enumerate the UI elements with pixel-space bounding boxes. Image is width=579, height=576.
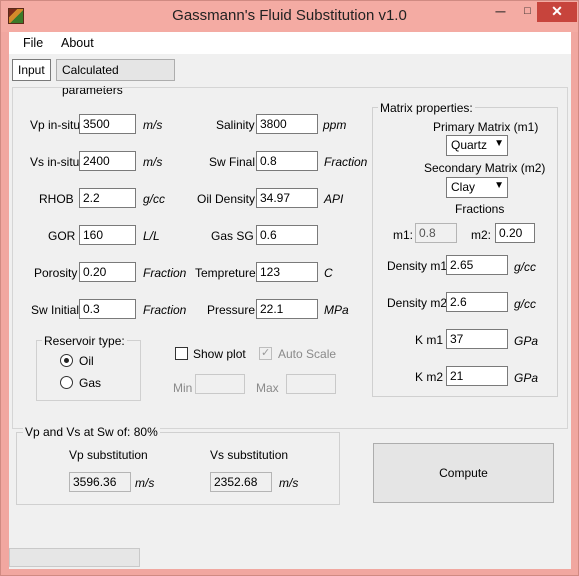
gor-input[interactable] (79, 225, 136, 245)
density-m1-unit: g/cc (514, 260, 537, 274)
progress-bar (9, 548, 140, 567)
temperature-input[interactable] (256, 262, 318, 282)
k-m1-label: K m1 (415, 333, 444, 347)
temperature-label: Tempreture (195, 266, 256, 280)
vs-insitu-input[interactable] (79, 151, 136, 171)
primary-matrix-value: Quartz (451, 138, 488, 152)
k-m2-unit: GPa (514, 371, 539, 385)
primary-matrix-label: Primary Matrix (m1) (433, 120, 539, 134)
fractions-label: Fractions (455, 202, 505, 216)
reservoir-type-group (36, 340, 141, 401)
density-m1-input[interactable] (446, 255, 508, 275)
vp-insitu-label: Vp in-situ (30, 118, 81, 132)
results-group (16, 432, 340, 505)
oil-density-unit: API (324, 192, 344, 206)
gor-label: GOR (48, 229, 76, 243)
oil-density-label: Oil Density (197, 192, 256, 206)
sw-final-label: Sw Final (209, 155, 256, 169)
tab-input[interactable]: Input (12, 59, 51, 81)
vp-substitution-label: Vp substitution (69, 448, 148, 462)
vp-substitution-unit: m/s (135, 476, 155, 490)
gas-sg-input[interactable] (256, 225, 318, 245)
matrix-properties-title: Matrix properties: (378, 101, 475, 115)
pressure-unit: MPa (324, 303, 349, 317)
sw-initial-label: Sw Initial (31, 303, 80, 317)
salinity-label: Salinity (216, 118, 255, 132)
primary-matrix-select[interactable]: Quartz ▼ (446, 135, 508, 156)
rhob-label: RHOB (39, 192, 74, 206)
auto-scale-checkbox[interactable] (259, 346, 272, 360)
rhob-unit: g/cc (143, 192, 166, 206)
title-bar[interactable]: Gassmann's Fluid Substitution v1.0 ─ □ ✕ (1, 1, 578, 32)
density-m2-input[interactable] (446, 292, 508, 312)
k-m1-input[interactable] (446, 329, 508, 349)
pressure-label: Pressure (207, 303, 256, 317)
show-plot-checkbox[interactable] (175, 347, 188, 360)
oil-density-input[interactable] (256, 188, 318, 208)
rhob-input[interactable] (79, 188, 136, 208)
reservoir-type-title: Reservoir type: (42, 334, 127, 348)
secondary-matrix-select[interactable]: Clay ▼ (446, 177, 508, 198)
density-m1-label: Density m1 (387, 259, 448, 273)
m2-fraction-input[interactable] (495, 223, 535, 243)
m1-fraction-label: m1: (393, 228, 414, 242)
minimize-button[interactable]: ─ (487, 2, 514, 22)
density-m2-label: Density m2 (387, 296, 448, 310)
k-m1-unit: GPa (514, 334, 539, 348)
sw-final-input[interactable] (256, 151, 318, 171)
menu-file[interactable]: File (23, 36, 43, 50)
menu-about[interactable]: About (61, 36, 94, 50)
auto-scale-label: Auto Scale (278, 347, 337, 361)
app-window: Gassmann's Fluid Substitution v1.0 ─ □ ✕… (0, 0, 579, 576)
menu-bar: File About (9, 32, 571, 54)
gas-sg-label: Gas SG (211, 229, 254, 243)
vp-insitu-unit: m/s (143, 118, 163, 132)
vs-substitution-unit: m/s (279, 476, 299, 490)
secondary-matrix-label: Secondary Matrix (m2) (424, 161, 546, 175)
m1-fraction-value: 0.8 (415, 223, 457, 243)
gor-unit: L/L (143, 229, 160, 243)
temperature-unit: C (324, 266, 333, 280)
close-button[interactable]: ✕ (537, 2, 577, 22)
chevron-down-icon: ▼ (494, 138, 504, 149)
sw-initial-unit: Fraction (143, 303, 187, 317)
k-m2-input[interactable] (446, 366, 508, 386)
vs-substitution-label: Vs substitution (210, 448, 289, 462)
salinity-unit: ppm (323, 118, 347, 132)
m2-fraction-label: m2: (471, 228, 492, 242)
k-m2-label: K m2 (415, 370, 444, 384)
gas-radio-label[interactable]: Gas (79, 376, 101, 390)
tab-calculated-parameters[interactable]: Calculated parameters (56, 59, 175, 97)
density-m2-unit: g/cc (514, 297, 537, 311)
gas-radio[interactable] (60, 376, 73, 389)
porosity-unit: Fraction (143, 266, 187, 280)
chevron-down-icon: ▼ (494, 180, 504, 191)
pressure-input[interactable] (256, 299, 318, 319)
plot-max-input[interactable] (286, 374, 336, 394)
secondary-matrix-value: Clay (451, 180, 476, 194)
salinity-input[interactable] (256, 114, 318, 134)
show-plot-label[interactable]: Show plot (193, 347, 246, 361)
compute-button[interactable]: Compute (373, 443, 554, 503)
vs-insitu-unit: m/s (143, 155, 163, 169)
sw-initial-input[interactable] (79, 299, 136, 319)
porosity-label: Porosity (34, 266, 78, 280)
results-title: Vp and Vs at Sw of: 80% (23, 425, 160, 439)
oil-radio[interactable] (60, 354, 73, 367)
plot-max-label: Max (256, 381, 279, 395)
vs-insitu-label: Vs in-situ (30, 155, 80, 169)
porosity-input[interactable] (79, 262, 136, 282)
client-area: File About Input Calculated parameters V… (9, 32, 571, 569)
plot-min-input[interactable] (195, 374, 245, 394)
plot-min-label: Min (173, 381, 193, 395)
vp-insitu-input[interactable] (79, 114, 136, 134)
oil-radio-label[interactable]: Oil (79, 354, 94, 368)
vp-substitution-value: 3596.36 (69, 472, 131, 492)
sw-final-unit: Fraction (324, 155, 368, 169)
vs-substitution-value: 2352.68 (210, 472, 272, 492)
